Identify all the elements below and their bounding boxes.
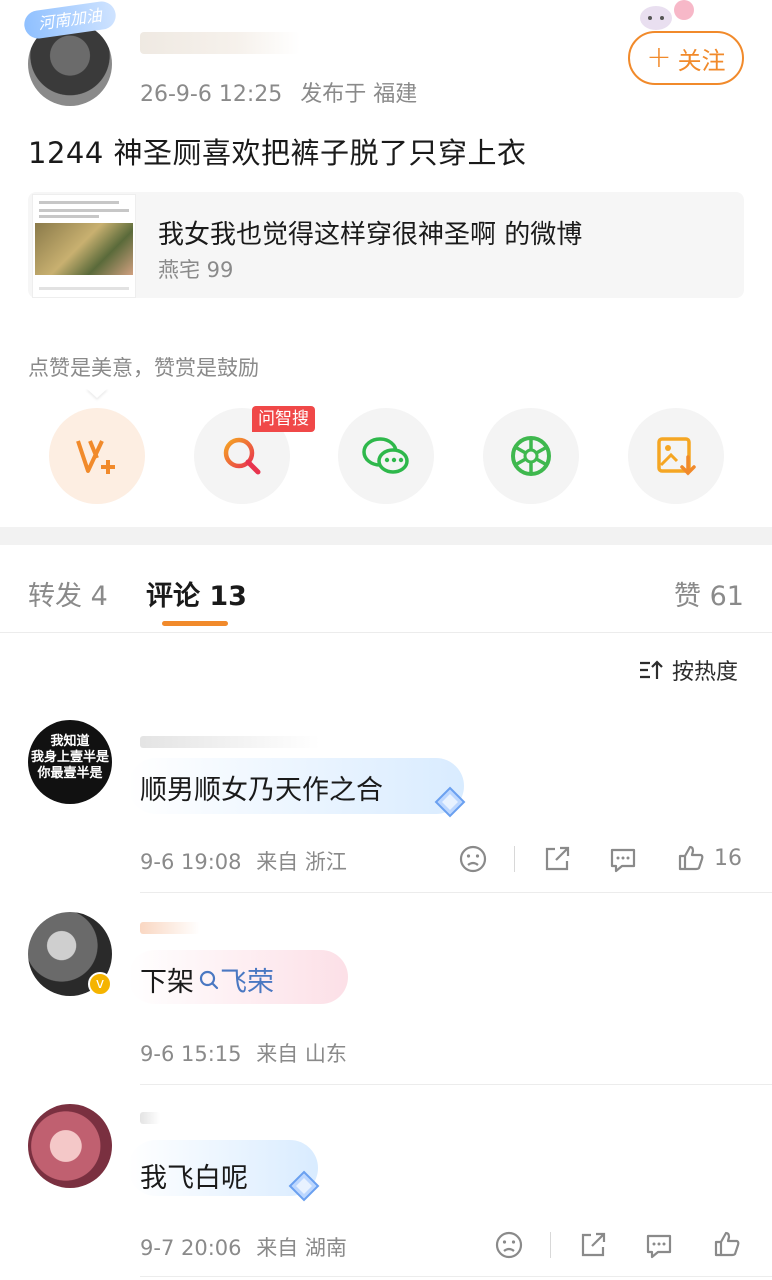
comment-location: 来自 湖南 [256, 1236, 347, 1260]
search-icon [199, 970, 219, 989]
comment-text: 顺男顺女乃天作之合 [140, 775, 383, 806]
vplus-button[interactable] [49, 408, 145, 504]
sort-icon [640, 660, 663, 679]
quoted-post-author: 燕宅 99 [158, 258, 234, 282]
vplus-icon [76, 440, 115, 474]
verified-badge-icon: v [88, 972, 112, 996]
search-link[interactable]: 飞荣 [198, 960, 274, 999]
share-moments-button[interactable] [483, 408, 579, 504]
like-count: 16 [714, 845, 742, 871]
comment-icon [610, 848, 636, 873]
tab-divider [0, 632, 772, 633]
active-tab-indicator [162, 621, 228, 626]
share-button[interactable] [578, 1230, 608, 1260]
sort-by-hot-toggle[interactable]: 按热度 [638, 654, 738, 686]
reply-button[interactable] [608, 844, 638, 874]
comment-time: 9-7 20:06 [140, 1236, 242, 1260]
dislike-button[interactable] [458, 844, 488, 874]
quoted-post-thumbnail [32, 194, 136, 298]
comment-location: 来自 山东 [256, 1042, 347, 1066]
comment-text: 我飞白呢 [140, 1163, 248, 1194]
post-author-name-obscured[interactable] [140, 32, 300, 54]
search-icon [223, 437, 261, 475]
avatar-image-text: 我知道 我身上壹半是 你最壹半是 [30, 734, 109, 781]
wechat-icon [362, 437, 409, 474]
section-divider [0, 527, 772, 545]
comment-author-name-obscured[interactable] [140, 922, 200, 934]
reward-tip-text: 点赞是美意，赞赏是鼓励 [28, 356, 259, 380]
comment-time: 9-6 15:15 [140, 1042, 242, 1066]
comment-avatar[interactable] [28, 1104, 112, 1188]
plus-icon: + [646, 40, 672, 75]
sad-face-icon [459, 845, 487, 873]
thumbs-up-icon [714, 1231, 740, 1257]
action-separator [550, 1232, 551, 1258]
comment-meta: 9-6 19:08 来自 浙江 [140, 846, 347, 876]
tab-reposts[interactable]: 转发 4 [28, 574, 108, 613]
sticker-decoration-icon [640, 0, 694, 30]
moments-icon [511, 436, 551, 476]
share-icon [581, 1232, 606, 1257]
diamond-badge-icon [288, 1170, 320, 1202]
post-location: 发布于 福建 [300, 82, 418, 107]
save-image-icon [657, 437, 696, 476]
comment-author-name-obscured[interactable] [140, 1112, 160, 1124]
comment-time: 9-6 19:08 [140, 850, 242, 874]
tip-pointer [86, 388, 108, 398]
sad-face-icon [495, 1231, 523, 1259]
comment-meta: 9-6 15:15 来自 山东 [140, 1038, 347, 1068]
tab-likes[interactable]: 赞 61 [674, 574, 744, 613]
tab-comments[interactable]: 评论 13 [146, 574, 247, 613]
sort-label: 按热度 [672, 660, 739, 685]
comment-icon [646, 1234, 672, 1259]
like-button[interactable]: 16 [676, 843, 742, 873]
comment-location: 来自 浙江 [256, 850, 347, 874]
comment-divider [140, 892, 772, 893]
follow-label: 关注 [677, 46, 726, 75]
comment-author-name-obscured[interactable] [140, 736, 320, 748]
reply-button[interactable] [644, 1230, 674, 1260]
thumbs-up-icon [678, 845, 704, 871]
comment-avatar[interactable]: 我知道 我身上壹半是 你最壹半是 [28, 720, 112, 804]
follow-button[interactable]: + 关注 [628, 31, 744, 85]
comment-text: 下架 飞荣 [140, 960, 274, 999]
post-text: 1244 神圣厕喜欢把裤子脱了只穿上衣 [28, 136, 527, 170]
quoted-post-title: 我女我也觉得这样穿很神圣啊 的微博 [158, 220, 583, 250]
post-meta: 26-9-6 12:25 发布于 福建 [140, 76, 417, 108]
like-button[interactable] [712, 1229, 742, 1259]
comment-meta: 9-7 20:06 来自 湖南 [140, 1232, 347, 1262]
save-image-button[interactable] [628, 408, 724, 504]
smart-search-badge: 问智搜 [252, 406, 315, 432]
dislike-button[interactable] [494, 1230, 524, 1260]
comment-divider [140, 1084, 772, 1085]
search-link-text: 飞荣 [220, 967, 274, 998]
comment-divider [140, 1276, 772, 1277]
post-time: 26-9-6 12:25 [140, 82, 283, 107]
action-separator [514, 846, 515, 872]
diamond-badge-icon [434, 786, 466, 818]
share-icon [545, 846, 570, 871]
share-wechat-button[interactable] [338, 408, 434, 504]
share-button[interactable] [542, 844, 572, 874]
comment-text-prefix: 下架 [140, 967, 194, 998]
